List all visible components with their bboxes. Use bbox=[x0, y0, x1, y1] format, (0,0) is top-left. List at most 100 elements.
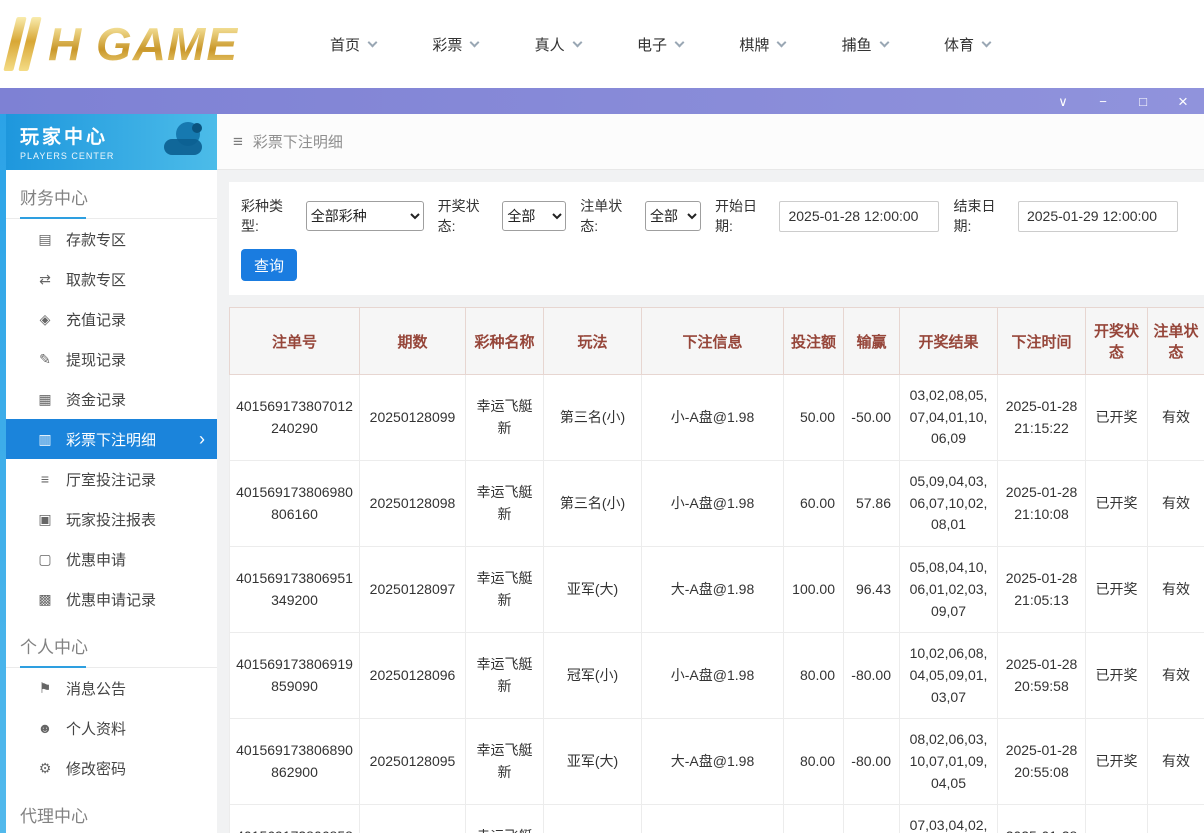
sidebar-item-deposit-zone[interactable]: ▤存款专区 bbox=[6, 219, 217, 259]
nav-item[interactable]: 电子 bbox=[637, 34, 683, 55]
table-cell: 已开奖 bbox=[1086, 719, 1148, 805]
table-header-cell: 注单号 bbox=[230, 308, 360, 375]
query-button[interactable]: 查询 bbox=[241, 249, 297, 281]
recharge-record-icon: ◈ bbox=[36, 311, 54, 328]
table-cell: 已开奖 bbox=[1086, 375, 1148, 461]
table-cell: 401569173806951349200 bbox=[230, 547, 360, 633]
sidebar-item-promo-apply[interactable]: ▢优惠申请 bbox=[6, 539, 217, 579]
table-cell: 有效 bbox=[1148, 461, 1204, 547]
sidebar-item-label: 彩票下注明细 bbox=[66, 429, 156, 450]
sidebar-item-label: 充值记录 bbox=[66, 309, 126, 330]
start-date-input[interactable] bbox=[779, 201, 939, 232]
profile-icon: ☻ bbox=[36, 720, 54, 736]
collapse-icon[interactable]: ∨ bbox=[1056, 95, 1070, 108]
table-cell: 幸运飞艇新 bbox=[466, 805, 544, 833]
order-status-filter: 注单状态: 全部 bbox=[580, 196, 701, 236]
withdrawal-record-icon: ✎ bbox=[36, 351, 54, 368]
sidebar-item-label: 优惠申请记录 bbox=[66, 589, 156, 610]
table-cell: 2025-01-28 21:15:22 bbox=[998, 375, 1086, 461]
table-header-cell: 注单状态 bbox=[1148, 308, 1204, 375]
sidebar-item-promo-apply-record[interactable]: ▩优惠申请记录 bbox=[6, 579, 217, 619]
top-header: H GAME 首页彩票真人电子棋牌捕鱼体育 bbox=[0, 0, 1204, 88]
lottery-bet-detail-icon: ▥ bbox=[36, 431, 54, 448]
sidebar-item-label: 资金记录 bbox=[66, 389, 126, 410]
order-status-select[interactable]: 全部 bbox=[645, 201, 701, 231]
sidebar-item-player-bet-report[interactable]: ▣玩家投注报表 bbox=[6, 499, 217, 539]
end-date-label: 结束日期: bbox=[953, 196, 1013, 236]
table-cell: 03,02,08,05,07,04,01,10,06,09 bbox=[900, 375, 998, 461]
table-cell: 有效 bbox=[1148, 375, 1204, 461]
table-cell: 2025-01-28 20:55:08 bbox=[998, 719, 1086, 805]
sidebar-item-label: 个人资料 bbox=[66, 718, 126, 739]
close-icon[interactable]: × bbox=[1176, 93, 1190, 110]
nav-item[interactable]: 彩票 bbox=[432, 34, 478, 55]
gamepad-graphic bbox=[157, 120, 209, 167]
logo-bars-decoration bbox=[10, 17, 40, 71]
draw-status-label: 开奖状态: bbox=[438, 196, 498, 236]
table-cell: 07,03,04,02,05,09,01,10,06,08 bbox=[900, 805, 998, 833]
order-status-label: 注单状态: bbox=[580, 196, 640, 236]
breadcrumb-bar: ≡ 彩票下注明细 bbox=[217, 114, 1204, 170]
end-date-input[interactable] bbox=[1018, 201, 1178, 232]
table-cell: 第三名(小) bbox=[544, 461, 642, 547]
sidebar-item-personal-profile[interactable]: ☻ 个人资料 bbox=[6, 708, 217, 748]
sidebar-section-heading: 代理中心 bbox=[6, 802, 217, 833]
table-header-cell: 彩种名称 bbox=[466, 308, 544, 375]
table-header-cell: 下注信息 bbox=[642, 308, 784, 375]
sidebar-section-heading: 个人中心 bbox=[6, 633, 217, 668]
table-header-cell: 期数 bbox=[360, 308, 466, 375]
nav-item[interactable]: 棋牌 bbox=[739, 34, 785, 55]
maximize-icon[interactable]: □ bbox=[1136, 95, 1150, 108]
table-cell: 20250128098 bbox=[360, 461, 466, 547]
nav-item-label: 真人 bbox=[535, 34, 565, 55]
hall-bet-record-icon: ≡ bbox=[36, 471, 54, 487]
sidebar-item-label: 玩家投注报表 bbox=[66, 509, 156, 530]
table-cell: 401569173807012240290 bbox=[230, 375, 360, 461]
table-cell: 20250128097 bbox=[360, 547, 466, 633]
sidebar-item-label: 厅室投注记录 bbox=[66, 469, 156, 490]
sidebar-item-message-announcement[interactable]: ⚑消息公告 bbox=[6, 668, 217, 708]
table-header-cell: 下注时间 bbox=[998, 308, 1086, 375]
lottery-type-filter: 彩种类型: 全部彩种 bbox=[241, 196, 424, 236]
nav-item[interactable]: 首页 bbox=[330, 34, 376, 55]
table-header-cell: 开奖结果 bbox=[900, 308, 998, 375]
sidebar-item-label: 提现记录 bbox=[66, 349, 126, 370]
table-cell: 2025-01-28 21:10:08 bbox=[998, 461, 1086, 547]
table-cell: 有效 bbox=[1148, 805, 1204, 833]
chevron-down-icon bbox=[368, 37, 378, 47]
draw-status-filter: 开奖状态: 全部 bbox=[438, 196, 567, 236]
table-cell: 第三名(小) bbox=[544, 375, 642, 461]
sidebar-item-label: 取款专区 bbox=[66, 269, 126, 290]
sidebar-header: 玩家中心 PLAYERS CENTER bbox=[6, 114, 217, 170]
draw-status-select[interactable]: 全部 bbox=[502, 201, 566, 231]
nav-item[interactable]: 体育 bbox=[944, 34, 990, 55]
sidebar-item-funds-record[interactable]: ▦资金记录 bbox=[6, 379, 217, 419]
table-cell: 幸运飞艇新 bbox=[466, 633, 544, 719]
lottery-type-select[interactable]: 全部彩种 bbox=[306, 201, 424, 231]
chevron-down-icon bbox=[572, 37, 582, 47]
table-body: 40156917380701224029020250128099幸运飞艇新第三名… bbox=[230, 375, 1204, 833]
sidebar-item-change-password[interactable]: ⚙修改密码 bbox=[6, 748, 217, 788]
sidebar-item-withdrawal-record[interactable]: ✎ 提现记录 bbox=[6, 339, 217, 379]
table-cell: 80.00 bbox=[784, 719, 844, 805]
table-cell: 幸运飞艇新 bbox=[466, 375, 544, 461]
table-header-cell: 玩法 bbox=[544, 308, 642, 375]
table-cell: 401569173806890862900 bbox=[230, 719, 360, 805]
table-cell: 冠军(大) bbox=[544, 805, 642, 833]
chevron-down-icon bbox=[982, 37, 992, 47]
sidebar-item-lottery-bet-details[interactable]: ▥彩票下注明细› bbox=[6, 419, 217, 459]
withdraw-icon: ⇄ bbox=[36, 271, 54, 288]
nav-item[interactable]: 真人 bbox=[535, 34, 581, 55]
menu-icon[interactable]: ≡ bbox=[233, 132, 243, 152]
table-cell: 已开奖 bbox=[1086, 461, 1148, 547]
nav-item[interactable]: 捕鱼 bbox=[842, 34, 888, 55]
table-header-cell: 输赢 bbox=[844, 308, 900, 375]
table-cell: 2025-01-28 20:59:58 bbox=[998, 633, 1086, 719]
minimize-icon[interactable]: − bbox=[1096, 95, 1110, 108]
sidebar-item-hall-bet-record[interactable]: ≡ 厅室投注记录 bbox=[6, 459, 217, 499]
table-cell: -50.00 bbox=[844, 375, 900, 461]
sidebar-item-withdraw-zone[interactable]: ⇄ 取款专区 bbox=[6, 259, 217, 299]
table-cell: 2025-01-28 21:05:13 bbox=[998, 547, 1086, 633]
table-cell: 亚军(大) bbox=[544, 547, 642, 633]
sidebar-item-recharge-record[interactable]: ◈ 充值记录 bbox=[6, 299, 217, 339]
